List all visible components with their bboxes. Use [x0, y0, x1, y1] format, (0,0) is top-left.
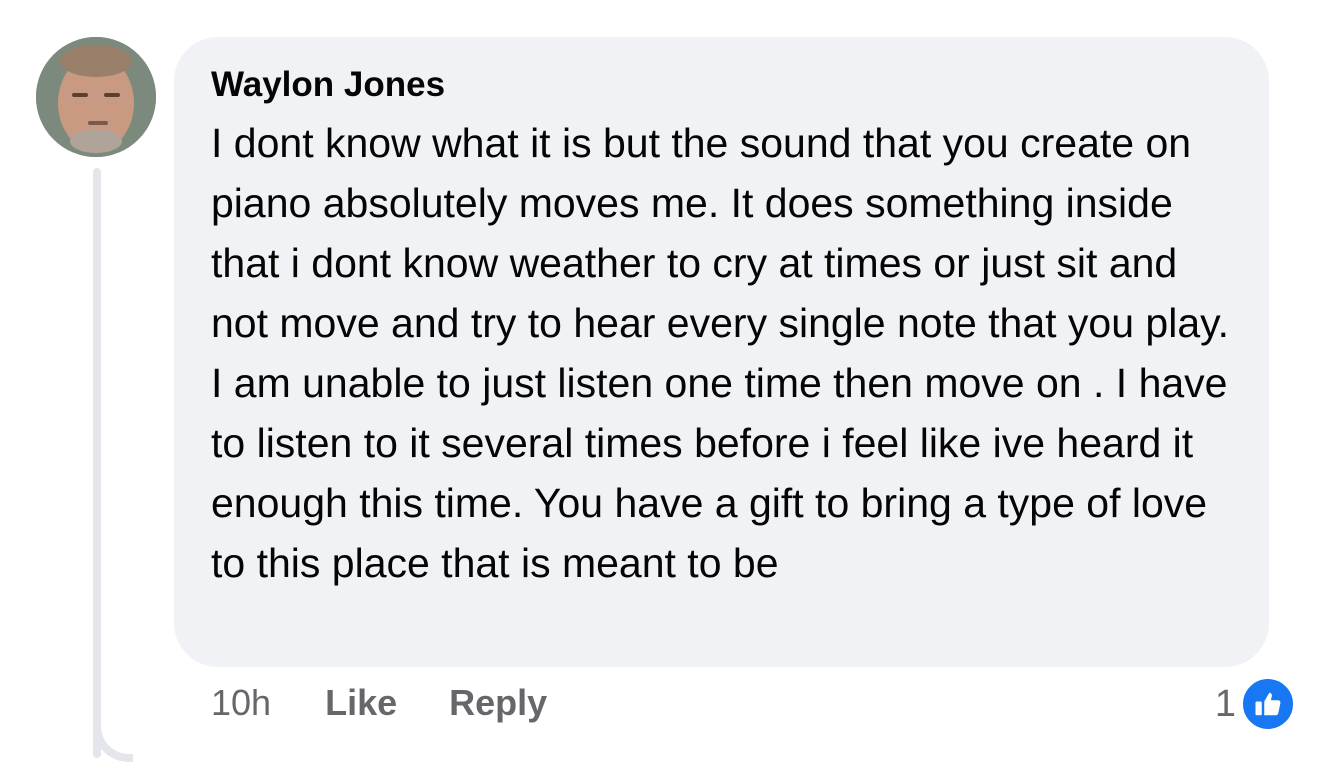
like-button[interactable]: Like	[325, 682, 397, 724]
reaction-summary[interactable]: 1	[1215, 676, 1296, 732]
comment: Waylon Jones I dont know what it is but …	[0, 0, 1320, 768]
comment-timestamp[interactable]: 10h	[211, 682, 271, 724]
thread-line	[93, 168, 101, 758]
avatar[interactable]	[36, 37, 156, 157]
avatar-photo	[36, 37, 156, 157]
comment-actions: 10h Like Reply	[211, 682, 599, 724]
thumbs-up-icon	[1240, 676, 1296, 732]
reply-button[interactable]: Reply	[449, 682, 547, 724]
comment-bubble: Waylon Jones I dont know what it is but …	[174, 37, 1269, 667]
comment-author[interactable]: Waylon Jones	[211, 63, 1239, 107]
reaction-count: 1	[1214, 682, 1236, 725]
comment-text: I dont know what it is but the sound tha…	[211, 120, 1229, 586]
